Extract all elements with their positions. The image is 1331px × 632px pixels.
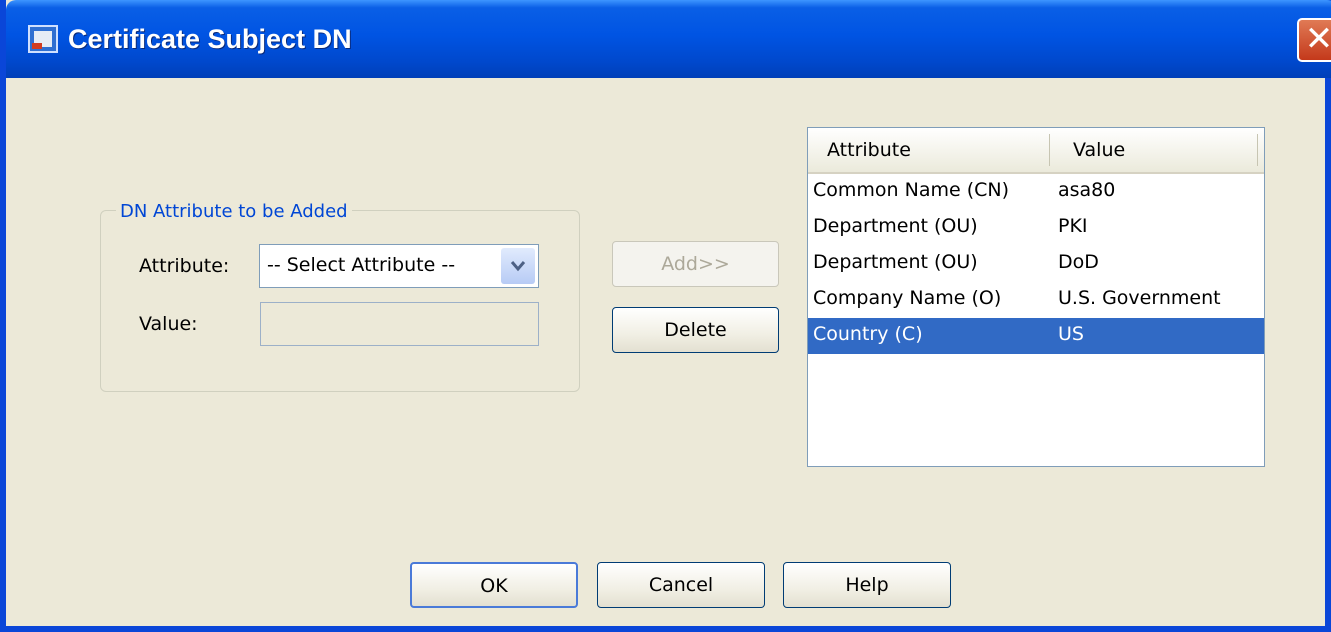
cell-value: U.S. Government [1058,287,1221,309]
attribute-select-value: -- Select Attribute -- [267,254,456,276]
column-divider[interactable] [1049,134,1050,166]
help-button[interactable]: Help [783,562,951,608]
attribute-label: Attribute: [139,255,230,277]
table-row[interactable]: Department (OU) DoD [808,246,1264,282]
table-row[interactable]: Department (OU) PKI [808,210,1264,246]
table-row-selected[interactable]: Country (C) US [808,318,1264,354]
cell-attribute: Department (OU) [813,215,978,237]
dialog-window: Certificate Subject DN ✕ DN Attribute to… [0,0,1331,632]
table-header: Attribute Value [808,128,1264,174]
group-title: DN Attribute to be Added [116,201,352,222]
cell-attribute: Company Name (O) [813,287,1002,309]
certificate-app-icon [28,25,58,53]
window-title: Certificate Subject DN [68,24,352,54]
table-row[interactable]: Company Name (O) U.S. Government [808,282,1264,318]
title-bar[interactable]: Certificate Subject DN ✕ [6,0,1331,78]
cell-value: US [1058,323,1084,345]
cancel-button[interactable]: Cancel [597,562,765,608]
dn-attribute-group [100,210,580,392]
cell-value: PKI [1058,215,1088,237]
value-label: Value: [139,313,198,335]
add-button[interactable]: Add>> [612,241,779,287]
column-header-attribute[interactable]: Attribute [827,128,911,172]
value-field[interactable] [260,302,539,346]
cell-value: DoD [1058,251,1099,273]
cell-attribute: Common Name (CN) [813,179,1010,201]
cell-attribute: Department (OU) [813,251,978,273]
attribute-select[interactable]: -- Select Attribute -- [259,244,539,288]
table-row[interactable]: Common Name (CN) asa80 [808,174,1264,210]
cell-value: asa80 [1058,179,1116,201]
attribute-table[interactable]: Attribute Value Common Name (CN) asa80 D… [807,127,1265,467]
chevron-down-icon[interactable] [501,248,535,284]
column-header-value[interactable]: Value [1073,128,1125,172]
column-divider [1257,134,1258,166]
delete-button[interactable]: Delete [612,307,779,353]
close-icon[interactable]: ✕ [1297,18,1331,62]
cell-attribute: Country (C) [813,323,923,345]
ok-button[interactable]: OK [410,562,578,608]
